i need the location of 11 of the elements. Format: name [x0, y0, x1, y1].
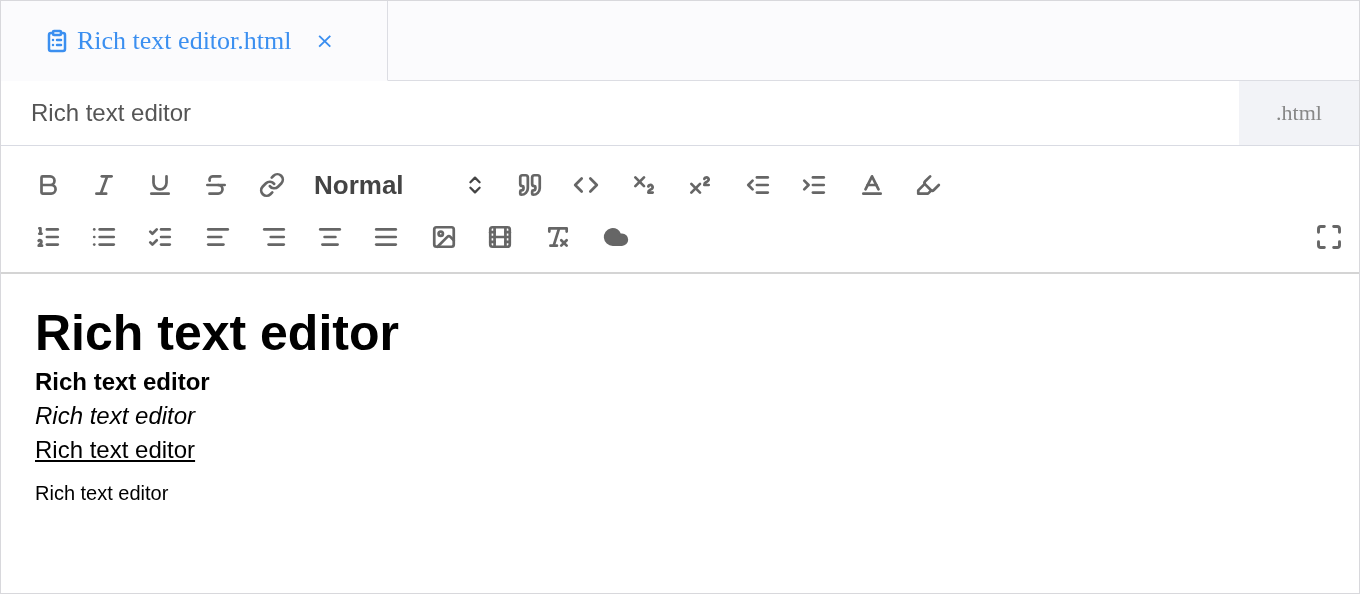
heading: Rich text editor	[35, 304, 399, 362]
link-button[interactable]	[258, 170, 286, 200]
paragraph: Rich text editor	[35, 436, 196, 464]
paragraph: Rich text editor	[35, 482, 169, 505]
paragraph: Rich text editor	[35, 402, 196, 430]
paragraph: Rich text editor	[35, 368, 210, 396]
format-select[interactable]: Normal	[314, 170, 486, 200]
clipboard-icon	[45, 28, 69, 53]
tab-label: Rich text editor.html	[77, 25, 292, 56]
fullscreen-button[interactable]	[1315, 222, 1343, 252]
extension-label: .html	[1239, 81, 1359, 145]
